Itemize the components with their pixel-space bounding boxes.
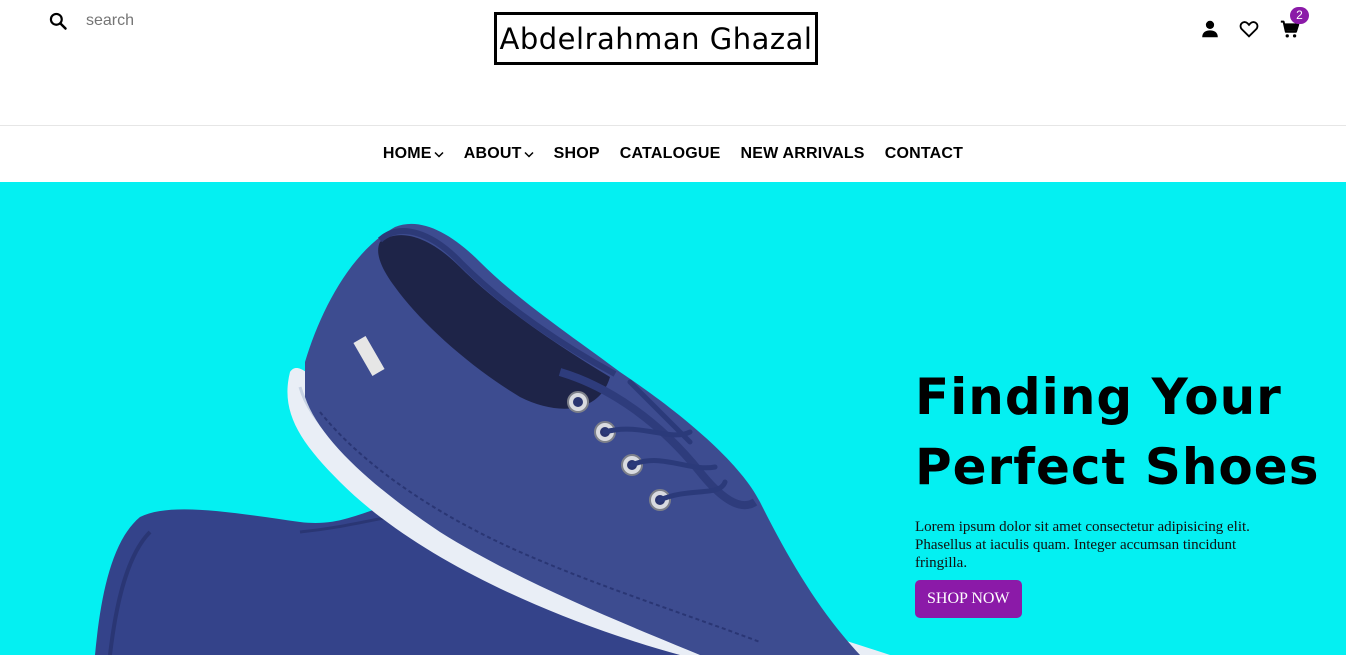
hero-title: Finding Your Perfect Shoes (915, 362, 1335, 502)
shoe-image (95, 223, 890, 655)
search-input[interactable] (86, 12, 286, 30)
nav-item-label: NEW ARRIVALS (740, 145, 865, 162)
chevron-down-icon (434, 151, 444, 158)
user-icon[interactable] (1199, 18, 1221, 40)
header: Abdelrahman Ghazal 2 (0, 0, 1346, 125)
nav-item-label: CATALOGUE (619, 145, 721, 162)
heart-icon[interactable] (1238, 18, 1260, 40)
nav-item-label: CONTACT (884, 145, 964, 162)
hero-title-line-2: Perfect Shoes (915, 438, 1320, 496)
nav-item-shop[interactable]: SHOP (544, 126, 610, 182)
hero-content: Finding Your Perfect Shoes Lorem ipsum d… (915, 362, 1335, 618)
nav-item-catalogue[interactable]: CATALOGUE (610, 126, 731, 182)
nav-item-label: HOME (382, 145, 432, 162)
main-nav: HOME ABOUT SHOP CATALOGUE NEW ARRIVALS C… (0, 126, 1346, 182)
search-icon[interactable] (48, 11, 68, 31)
header-icons (1199, 18, 1329, 44)
cart-count-badge: 2 (1290, 7, 1309, 24)
nav-item-new-arrivals[interactable]: NEW ARRIVALS (731, 126, 875, 182)
shop-now-button[interactable]: SHOP NOW (915, 580, 1022, 618)
nav-item-contact[interactable]: CONTACT (875, 126, 973, 182)
hero-description: Lorem ipsum dolor sit amet consectetur a… (915, 519, 1250, 571)
nav-item-about[interactable]: ABOUT (454, 126, 544, 182)
nav-item-label: SHOP (553, 145, 600, 162)
nav-item-label: ABOUT (463, 145, 522, 162)
search-bar (48, 8, 286, 34)
nav-item-home[interactable]: HOME (373, 126, 454, 182)
chevron-down-icon (524, 151, 534, 158)
hero-banner: Finding Your Perfect Shoes Lorem ipsum d… (0, 182, 1346, 655)
site-logo[interactable]: Abdelrahman Ghazal (494, 12, 818, 65)
hero-title-line-1: Finding Your (915, 368, 1282, 426)
